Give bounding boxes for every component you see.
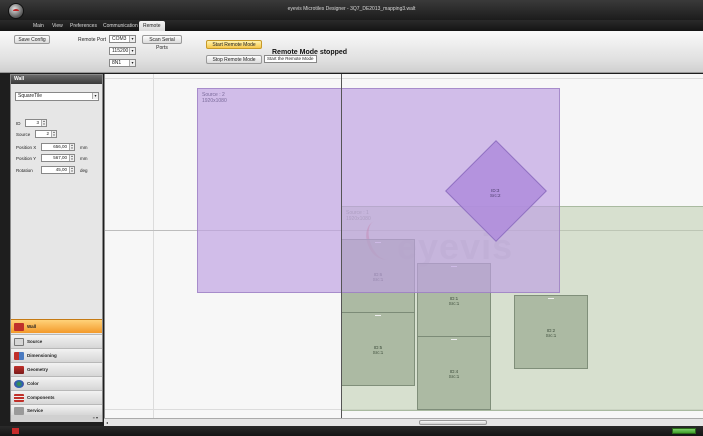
scan-ports-button[interactable]: Scan Serial Ports	[142, 35, 182, 51]
scrollbar-thumb[interactable]	[419, 420, 487, 425]
menu-communication[interactable]: Communication	[103, 22, 138, 31]
chevron-down-icon: ▾	[129, 36, 135, 42]
tile-5[interactable]: ID:5 Src:1	[341, 312, 415, 386]
nav-overflow-arrows[interactable]: » ▾	[11, 415, 102, 422]
parity-select[interactable]: 8N1 ▾	[109, 59, 136, 67]
menu-remote[interactable]: Remote	[139, 21, 165, 31]
connection-indicator	[672, 428, 696, 434]
tile-4[interactable]: ID:4 Src:1	[417, 336, 491, 410]
chevron-down-icon: ▾	[129, 60, 135, 66]
id-label: ID	[16, 121, 21, 126]
remote-port-label: Remote Port	[78, 37, 107, 43]
panel-header: Wall	[11, 75, 102, 84]
source-stepper[interactable]: 2 ▴ ▾	[35, 130, 57, 138]
spin-arrows-icon[interactable]: ▴ ▾	[51, 131, 56, 137]
spin-arrows-icon[interactable]: ▴ ▾	[41, 120, 46, 126]
start-remote-button[interactable]: Start Remote Mode	[206, 40, 262, 49]
port-select[interactable]: COM3 ▾	[109, 35, 136, 43]
status-icon	[12, 428, 19, 434]
scroll-left-icon[interactable]: ◂	[106, 420, 108, 425]
source-icon	[14, 338, 24, 346]
wall-icon	[14, 323, 24, 331]
spin-arrows-icon[interactable]: ▴ ▾	[69, 155, 74, 161]
nav-source[interactable]: Source	[11, 334, 102, 348]
stop-remote-button[interactable]: Stop Remote Mode	[206, 55, 262, 64]
horizontal-scrollbar[interactable]: ◂	[104, 418, 703, 426]
position-y-label: Position Y	[16, 156, 37, 161]
grid-line	[153, 74, 154, 418]
wall-canvas[interactable]: Source : 1 1920x1080 eyevis ID:6Src:1 ID…	[104, 74, 703, 418]
tile-type-select[interactable]: SquareTile ▾	[15, 92, 99, 101]
position-x-label: Position X	[16, 145, 37, 150]
ribbon: Save Config Remote Port COM3 ▾ 115200 ▾ 8N…	[0, 31, 703, 73]
position-x-input[interactable]: 656,00 ▴ ▾	[41, 143, 75, 151]
grid-line	[105, 78, 703, 79]
unit-deg: deg	[80, 168, 88, 173]
save-config-button[interactable]: Save Config	[14, 35, 50, 44]
wall-guide-vertical	[341, 74, 342, 418]
menu-bar: Main View Preferences Communication Remo…	[0, 20, 703, 31]
spin-arrows-icon[interactable]: ▴ ▾	[69, 167, 74, 173]
rotation-label: Rotation	[16, 168, 33, 173]
nav-service[interactable]: Service	[11, 404, 102, 415]
chevron-down-icon: ▾	[92, 93, 98, 99]
geometry-icon	[14, 366, 24, 374]
baud-select[interactable]: 115200 ▾	[109, 47, 136, 55]
nav-dimensioning[interactable]: Dimensioning	[11, 348, 102, 362]
unit-mm: mm	[80, 145, 88, 150]
menu-preferences[interactable]: Preferences	[70, 22, 97, 31]
unit-mm: mm	[80, 156, 88, 161]
nav-color[interactable]: Color	[11, 376, 102, 390]
spin-arrows-icon[interactable]: ▴ ▾	[69, 144, 74, 150]
rotation-input[interactable]: 45,00 ▴ ▾	[41, 166, 75, 174]
source-label: Source	[16, 132, 31, 137]
window-title: eyevis Microtiles Designer - 3Q7_DE2013_…	[287, 6, 416, 12]
nav-wall[interactable]: Wall	[11, 319, 102, 333]
app-logo-icon[interactable]	[8, 3, 24, 19]
components-icon	[14, 394, 24, 402]
nav-components[interactable]: Components	[11, 390, 102, 404]
position-y-input[interactable]: 567,00 ▴ ▾	[41, 154, 75, 162]
id-stepper[interactable]: 3 ▴ ▾	[25, 119, 47, 127]
tile-2[interactable]: ID:2 Src:1	[514, 295, 588, 369]
color-icon	[14, 380, 24, 388]
status-bar	[0, 426, 703, 436]
source-2-resolution: 1920x1080	[202, 98, 227, 104]
properties-panel: Wall SquareTile ▾ ID 3 ▴ ▾ Source 2 ▴ ▾ Posit…	[10, 74, 103, 422]
menu-main[interactable]: Main	[33, 22, 44, 31]
chevron-down-icon: ▾	[129, 48, 135, 54]
menu-view[interactable]: View	[52, 22, 63, 31]
tooltip: Start the Remote Mode	[264, 55, 317, 63]
tile-3-label: ID:3 Src:2	[490, 188, 501, 198]
service-icon	[14, 407, 24, 415]
dimensioning-icon	[14, 352, 24, 360]
nav-geometry[interactable]: Geometry	[11, 362, 102, 376]
title-bar: eyevis Microtiles Designer - 3Q7_DE2013_…	[0, 0, 703, 20]
